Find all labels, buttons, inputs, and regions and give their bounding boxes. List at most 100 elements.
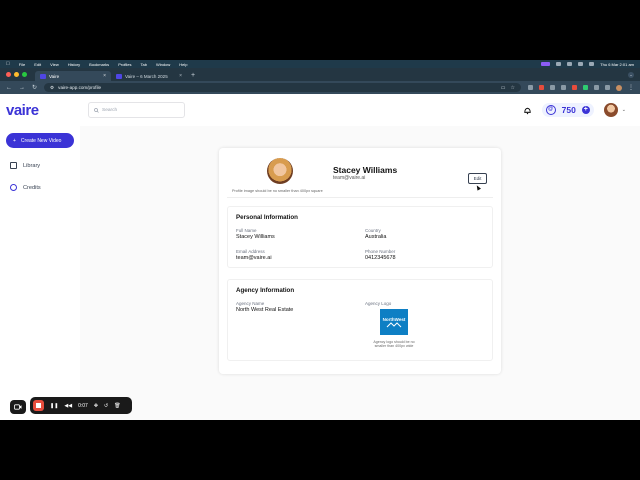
move-handle-icon[interactable]: ✥ (94, 403, 98, 409)
menu-file[interactable]: File (19, 62, 25, 67)
add-credits-button[interactable]: + (581, 106, 590, 114)
notification-bell-icon[interactable] (523, 106, 532, 115)
site-info-icon[interactable]: ⚙ (50, 85, 54, 91)
minimize-window-button[interactable] (14, 72, 19, 77)
extensions: ⋮ (528, 84, 634, 91)
stop-recording-button[interactable] (33, 400, 44, 411)
credits-count: 750 (561, 105, 576, 115)
profile-photo[interactable] (267, 158, 293, 184)
credits-balance[interactable]: @ 750 + (541, 103, 594, 117)
profile-photo-note: Profile image should be no smaller than … (232, 189, 323, 193)
sidebar-item-label: Credits (23, 184, 41, 191)
phone-number-label: Phone Number (365, 249, 396, 254)
search-icon (94, 107, 99, 113)
rewind-icon[interactable]: ◀◀ (64, 403, 72, 409)
menubar-clock[interactable]: Thu 6 Mar 2:01 am (600, 62, 634, 67)
search-input[interactable]: Search (88, 102, 185, 118)
personal-information-section: Personal Information Full Name Stacey Wi… (227, 206, 493, 268)
search-placeholder: Search (102, 107, 118, 113)
phone-number-value: 0412345678 (365, 255, 396, 261)
menu-view[interactable]: View (50, 62, 59, 67)
menu-history[interactable]: History (68, 62, 80, 67)
menu-window[interactable]: Window (156, 62, 170, 67)
extension-icon[interactable] (539, 85, 544, 90)
tab-search-chevron-icon[interactable]: ⌄ (628, 72, 634, 78)
chevron-down-icon[interactable]: ⌄ (622, 107, 626, 113)
recording-status-icon[interactable] (541, 62, 551, 66)
zoom-window-button[interactable] (22, 72, 27, 77)
header-actions: @ 750 + ⌄ (523, 103, 626, 117)
extension-icon[interactable] (583, 85, 588, 90)
menu-bookmarks[interactable]: Bookmarks (89, 62, 109, 67)
profile-header: Stacey Williams team@vaire.ai Profile im… (227, 154, 493, 198)
personal-information-heading: Personal Information (236, 214, 298, 221)
sidebar-item-credits[interactable]: Credits (10, 184, 41, 191)
country-value: Australia (365, 234, 387, 240)
more-menu-icon[interactable]: ⋮ (628, 84, 634, 91)
extension-icon[interactable] (572, 85, 577, 90)
agency-logo-note: Agency logo should be no smaller than 40… (373, 340, 415, 349)
browser-tab[interactable]: Vaire – 6 March 2025 × (111, 71, 187, 81)
close-tab-icon[interactable]: × (103, 73, 106, 79)
menu-edit[interactable]: Edit (34, 62, 41, 67)
tab-title: Vaire (49, 73, 60, 79)
recorder-camera-button[interactable] (10, 400, 26, 414)
plus-icon: + (13, 137, 16, 144)
bookmark-star-icon[interactable]: ☆ (511, 85, 515, 91)
extension-icon[interactable] (550, 85, 555, 90)
extensions-puzzle-icon[interactable] (605, 85, 610, 90)
window-controls (6, 72, 27, 77)
user-avatar[interactable] (603, 103, 618, 117)
browser-toolbar: ← → ↻ ⚙ vaire-app.com/profile ▭ ☆ ⋮ (0, 81, 640, 94)
close-window-button[interactable] (6, 72, 11, 77)
reload-icon[interactable]: ↻ (32, 84, 37, 91)
extension-icon[interactable] (594, 85, 599, 90)
credits-icon: @ (545, 105, 556, 115)
vaire-favicon-icon (116, 73, 122, 79)
sidebar-item-label: Library (23, 162, 41, 169)
control-center-icon[interactable] (589, 62, 595, 66)
mac-menubar:  Chrome File Edit View History Bookmark… (0, 60, 640, 420)
edit-profile-button[interactable]: Edit (468, 173, 487, 184)
agency-logo-image[interactable]: NorthWest (380, 309, 408, 335)
create-new-video-button[interactable]: + Create New Video (6, 133, 74, 148)
app-header: vaire Search @ 750 + ⌄ (0, 94, 640, 126)
wifi-icon[interactable] (578, 62, 584, 66)
extension-icon[interactable] (528, 85, 533, 90)
credits-icon (10, 184, 17, 191)
back-arrow-icon[interactable]: ← (6, 85, 12, 91)
profile-avatar-icon[interactable] (616, 84, 622, 91)
stop-icon (36, 403, 41, 408)
close-tab-icon[interactable]: × (179, 73, 182, 79)
sidebar-item-library[interactable]: Library (10, 162, 40, 169)
email-address-value: team@vaire.ai (236, 255, 272, 261)
email-address-label: Email Address (236, 249, 265, 254)
library-icon (10, 162, 17, 169)
menu-profiles[interactable]: Profiles (118, 62, 131, 67)
menu-help[interactable]: Help (179, 62, 187, 67)
omnibox-actions: ▭ ☆ (501, 85, 515, 91)
forward-arrow-icon[interactable]: → (19, 85, 25, 91)
agency-information-heading: Agency Information (236, 287, 295, 294)
full-name-value: Stacey Williams (236, 234, 275, 240)
delete-icon[interactable]: 🗑 (114, 403, 120, 409)
status-icon[interactable] (556, 62, 562, 66)
address-bar[interactable]: ⚙ vaire-app.com/profile ▭ ☆ (44, 83, 521, 92)
full-name-label: Full Name (236, 228, 257, 233)
menu-tab[interactable]: Tab (141, 62, 147, 67)
video-camera-icon (14, 404, 22, 410)
restart-icon[interactable]: ↺ (104, 403, 108, 409)
cast-icon[interactable]: ▭ (501, 85, 506, 91)
new-tab-icon[interactable]: + (191, 72, 195, 79)
status-icon[interactable] (567, 62, 573, 66)
apple-icon[interactable]:  (6, 61, 10, 67)
browser-tab[interactable]: Vaire × (35, 71, 111, 81)
profile-email: team@vaire.ai (333, 175, 366, 181)
recorder-toolbar: ❚❚ ◀◀ 0:07 ✥ ↺ 🗑 (30, 397, 132, 414)
pause-icon[interactable]: ❚❚ (50, 403, 58, 409)
tab-title: Vaire – 6 March 2025 (125, 73, 168, 79)
extension-icon[interactable] (561, 85, 566, 90)
recording-timer: 0:07 (78, 402, 88, 409)
profile-card: Stacey Williams team@vaire.ai Profile im… (219, 148, 501, 374)
vaire-logo[interactable]: vaire (6, 102, 88, 119)
